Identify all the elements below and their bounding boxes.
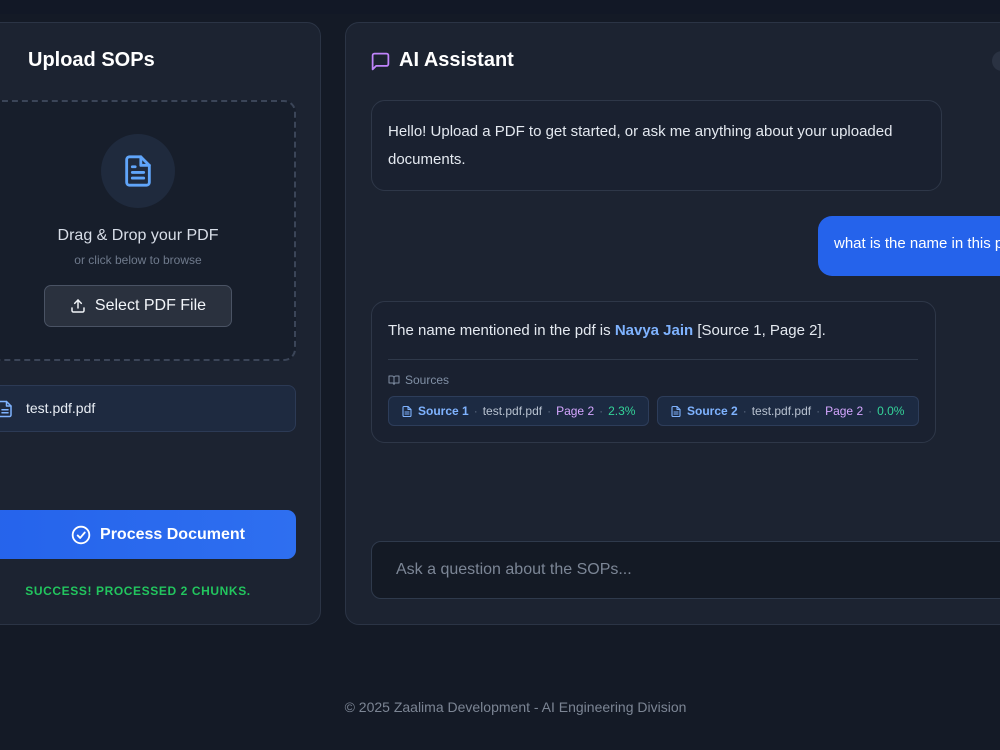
footer-text: © 2025 Zaalima Development - AI Engineer… [344, 699, 687, 715]
process-document-button[interactable]: Process Document [0, 510, 296, 559]
document-icon [671, 405, 681, 417]
chat-bubble-icon [371, 52, 390, 71]
separator: · [816, 404, 821, 418]
process-document-button-label: Process Document [100, 525, 245, 543]
select-pdf-button-label: Select PDF File [94, 297, 207, 314]
sources-heading: Sources [388, 373, 449, 387]
source-page: Page 2 [556, 404, 595, 418]
source-page: Page 2 [825, 404, 864, 418]
document-icon-badge [101, 134, 175, 208]
answer-prefix: The name mentioned in the pdf is [388, 322, 615, 339]
upload-icon [71, 299, 85, 313]
source-score: 2.3% [608, 404, 636, 418]
book-icon [388, 375, 400, 385]
source-file: test.pdf.pdf [751, 404, 812, 418]
document-icon [402, 405, 412, 417]
answer-highlight: Navya Jain [614, 322, 694, 339]
dropzone-title: Drag & Drop your PDF [57, 227, 219, 244]
uploaded-file-name: test.pdf.pdf [26, 400, 96, 416]
sources-label: Sources [405, 373, 450, 387]
top-bar [0, 0, 1000, 14]
separator: · [473, 404, 478, 418]
separator: · [547, 404, 552, 418]
assistant-message: Hello! Upload a PDF to get started, or a… [371, 100, 942, 191]
source-chip[interactable]: Source 2 · test.pdf.pdf · Page 2 · 0.0% [657, 396, 919, 426]
answer-suffix: [Source 1, Page 2]. [693, 322, 826, 339]
source-label: Source 2 [687, 404, 738, 418]
assistant-title: AI Assistant [399, 49, 514, 71]
separator: · [599, 404, 604, 418]
dropzone-subtitle: or click below to browse [74, 253, 202, 267]
document-icon [125, 155, 151, 187]
answer-text: The name mentioned in the pdf is Navya J… [388, 322, 826, 339]
question-input[interactable] [371, 541, 1000, 599]
source-score: 0.0% [877, 404, 905, 418]
process-status: SUCCESS! PROCESSED 2 CHUNKS. [25, 584, 251, 598]
source-file: test.pdf.pdf [482, 404, 543, 418]
source-label: Source 1 [418, 404, 469, 418]
file-icon [0, 400, 12, 418]
user-message: what is the name in this pdf [818, 216, 1000, 276]
answer-divider [388, 359, 918, 360]
check-circle-icon [71, 525, 91, 544]
separator: · [742, 404, 747, 418]
separator: · [868, 404, 873, 418]
upload-panel-title: Upload SOPs [28, 49, 155, 71]
select-pdf-button[interactable]: Select PDF File [44, 285, 232, 327]
source-chip[interactable]: Source 1 · test.pdf.pdf · Page 2 · 2.3% [388, 396, 649, 426]
